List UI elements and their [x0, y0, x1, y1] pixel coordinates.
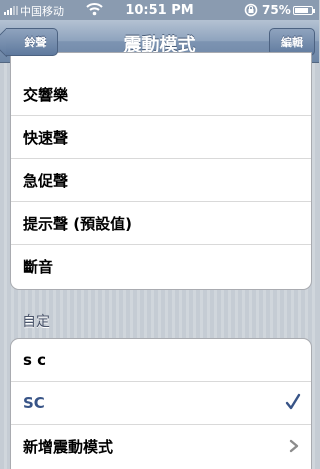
list-item[interactable]: s c	[11, 339, 311, 382]
status-bar: 中国移动 10:51 PM 75%	[0, 0, 319, 20]
standard-vibrations-group: 交響樂 快速聲 急促聲 提示聲 (預設值) 斷音	[10, 52, 312, 290]
list-item-label: 急促聲	[23, 171, 69, 190]
chevron-right-icon	[289, 439, 299, 453]
list-item-label: 交響樂	[23, 85, 69, 104]
list-item-label: 斷音	[23, 258, 54, 276]
list-item[interactable]: 交響樂	[11, 73, 311, 116]
custom-vibrations-group: s c SC 新增震動模式	[10, 338, 312, 469]
list-item[interactable]: 提示聲 (預設值)	[11, 202, 311, 245]
list-item-label: 快速聲	[23, 128, 69, 147]
list-item-label: SC	[23, 394, 45, 412]
rotation-lock-icon	[244, 3, 258, 17]
checkmark-icon	[285, 393, 301, 410]
back-button[interactable]: 鈴聲	[6, 28, 58, 56]
list-item-label: s c	[23, 351, 47, 369]
list-item[interactable]: 斷音	[11, 245, 311, 288]
back-button-area: 鈴聲	[0, 20, 70, 63]
list-item[interactable]: 快速聲	[11, 116, 311, 159]
battery-percentage: 75%	[262, 3, 291, 17]
list-item-label: 提示聲 (預設值)	[23, 214, 132, 233]
battery-icon	[293, 6, 315, 15]
add-vibration-row[interactable]: 新增震動模式	[11, 425, 311, 468]
list-item-label: 新增震動模式	[23, 438, 114, 456]
list-item[interactable]: 急促聲	[11, 159, 311, 202]
section-header-custom: 自定	[22, 314, 50, 330]
list-item-selected[interactable]: SC	[11, 382, 311, 425]
